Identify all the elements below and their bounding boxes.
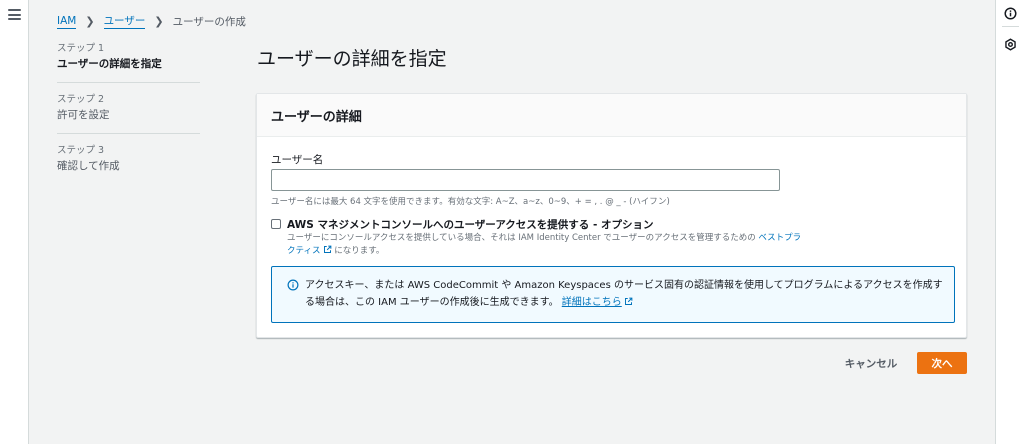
console-access-checkbox[interactable] [271, 219, 281, 229]
right-rail [995, 0, 1024, 444]
step-1: ステップ 1 ユーザーの詳細を指定 [57, 42, 200, 83]
chevron-right-icon: ❯ [85, 15, 95, 28]
breadcrumb-iam[interactable]: IAM [57, 15, 77, 29]
breadcrumb-users[interactable]: ユーザー [103, 15, 146, 29]
page-title: ユーザーの詳細を指定 [257, 48, 447, 70]
breadcrumb-current: ユーザーの作成 [172, 16, 246, 28]
external-link-icon [624, 297, 633, 305]
menu-icon[interactable] [8, 9, 21, 20]
description-suffix: になります。 [334, 245, 385, 256]
username-hint: ユーザー名には最大 64 文字を使用できます。有効な文字: A~Z、a~z、0~… [271, 197, 670, 207]
step-name: ユーザーの詳細を指定 [57, 58, 162, 70]
step-name: 確認して作成 [57, 160, 120, 172]
panel-header: ユーザーの詳細 [257, 94, 966, 137]
step-number: ステップ 2 [57, 94, 105, 105]
wizard-steps: ステップ 1 ユーザーの詳細を指定 ステップ 2 許可を設定 ステップ 3 確認… [57, 42, 200, 194]
username-label: ユーザー名 [271, 154, 324, 166]
description-text: ユーザーにコンソールアクセスを提供している場合、それは IAM Identity… [287, 233, 756, 243]
left-rail [0, 0, 29, 444]
info-alert-text: アクセスキー、または AWS CodeCommit や Amazon Keysp… [305, 277, 945, 311]
info-circle-icon [287, 279, 299, 291]
external-link-icon [323, 245, 331, 253]
user-details-panel: ユーザーの詳細 ユーザー名 ユーザー名には最大 64 文字を使用できます。有効な… [256, 93, 967, 338]
step-number: ステップ 3 [57, 145, 105, 156]
step-name: 許可を設定 [57, 109, 110, 121]
cancel-button[interactable]: キャンセル [836, 352, 906, 374]
step-3: ステップ 3 確認して作成 [57, 144, 200, 184]
next-button[interactable]: 次へ [917, 352, 967, 374]
learn-more-text: 詳細はこちら [561, 297, 622, 308]
breadcrumb: IAM ❯ ユーザー ❯ ユーザーの作成 [57, 14, 246, 29]
learn-more-link[interactable]: 詳細はこちら [562, 297, 633, 308]
console-access-label[interactable]: AWS マネジメントコンソールへのユーザーアクセスを提供する - オプション [287, 217, 653, 232]
step-2: ステップ 2 許可を設定 [57, 93, 200, 134]
info-icon[interactable] [1004, 7, 1017, 20]
info-alert: アクセスキー、または AWS CodeCommit や Amazon Keysp… [271, 266, 955, 323]
chevron-right-icon: ❯ [154, 15, 164, 28]
username-input[interactable] [271, 169, 780, 191]
rail-divider [1002, 26, 1019, 27]
gear-icon[interactable] [1004, 38, 1017, 51]
step-number: ステップ 1 [57, 43, 105, 54]
console-access-description: ユーザーにコンソールアクセスを提供している場合、それは IAM Identity… [287, 232, 807, 257]
